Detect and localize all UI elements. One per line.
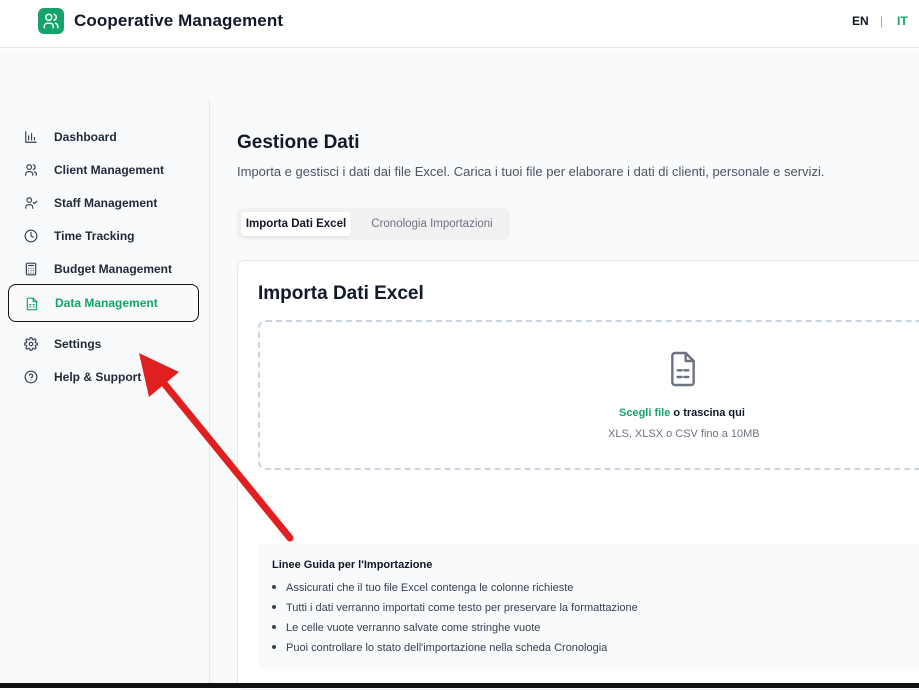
users-icon — [25, 164, 37, 176]
choose-file-link[interactable]: Scegli file — [619, 407, 670, 419]
import-card-title: Importa Dati Excel — [258, 283, 424, 304]
sidebar-item-help-support[interactable]: Help & Support — [8, 358, 199, 396]
guideline-text: Assicurati che il tuo file Excel conteng… — [286, 582, 574, 594]
tab-list: Importa Dati Excel Cronologia Importazio… — [237, 208, 510, 240]
help-circle-icon — [24, 370, 38, 384]
file-dropzone[interactable] — [258, 320, 919, 470]
bar-chart-icon — [25, 131, 37, 143]
file-types-hint: XLS, XLSX o CSV fino a 10MB — [608, 428, 760, 440]
guideline-item: Puoi controllare lo stato dell'importazi… — [272, 642, 607, 654]
file-spreadsheet-icon — [26, 297, 38, 311]
guideline-text: Puoi controllare lo stato dell'importazi… — [286, 642, 608, 654]
sidebar-item-budget-management[interactable]: Budget Management — [8, 250, 199, 288]
top-bar: Cooperative Management EN | IT — [0, 0, 919, 48]
language-it[interactable]: IT — [897, 14, 908, 28]
sidebar-item-label: Data Management — [55, 296, 158, 310]
file-text-icon — [671, 351, 695, 387]
guidelines-title: Linee Guida per l'Importazione — [272, 559, 433, 571]
sidebar-item-label: Settings — [54, 337, 102, 351]
language-separator: | — [880, 14, 884, 28]
sidebar-item-label: Help & Support — [54, 370, 142, 384]
page-subtitle: Importa e gestisci i dati dai file Excel… — [237, 164, 825, 179]
tab-import-history[interactable]: Cronologia Importazioni — [361, 212, 503, 236]
guideline-item: Assicurati che il tuo file Excel conteng… — [272, 582, 573, 594]
bottom-edge — [0, 683, 919, 688]
sidebar-item-label: Time Tracking — [54, 229, 135, 243]
sidebar-item-label: Dashboard — [54, 130, 117, 144]
drag-here-text: o trascina qui — [670, 407, 745, 419]
calculator-icon — [25, 262, 37, 276]
guideline-item: Le celle vuote verranno salvate come str… — [272, 622, 540, 634]
guideline-item: Tutti i dati verranno importati come tes… — [272, 602, 638, 614]
user-check-icon — [25, 197, 38, 209]
page-title: Gestione Dati — [237, 132, 360, 153]
sidebar: Dashboard Client Management Staff Manage… — [0, 100, 210, 683]
app-title: Cooperative Management — [74, 11, 284, 30]
sidebar-item-label: Budget Management — [54, 262, 173, 276]
sidebar-item-data-management[interactable]: Data Management — [8, 284, 199, 322]
sidebar-item-label: Client Management — [54, 163, 165, 177]
guideline-text: Tutti i dati verranno importati come tes… — [286, 602, 638, 614]
language-en[interactable]: EN — [852, 14, 869, 28]
sidebar-item-label: Staff Management — [54, 196, 158, 210]
guideline-text: Le celle vuote verranno salvate come str… — [286, 622, 541, 634]
tab-import-excel[interactable]: Importa Dati Excel — [241, 212, 351, 236]
gear-icon — [24, 337, 38, 351]
app-logo[interactable] — [38, 8, 64, 34]
dropzone-prompt: Scegli file o trascina qui — [619, 407, 745, 419]
clock-icon — [24, 229, 38, 243]
users-icon — [43, 13, 59, 29]
header-spacer — [0, 49, 919, 100]
